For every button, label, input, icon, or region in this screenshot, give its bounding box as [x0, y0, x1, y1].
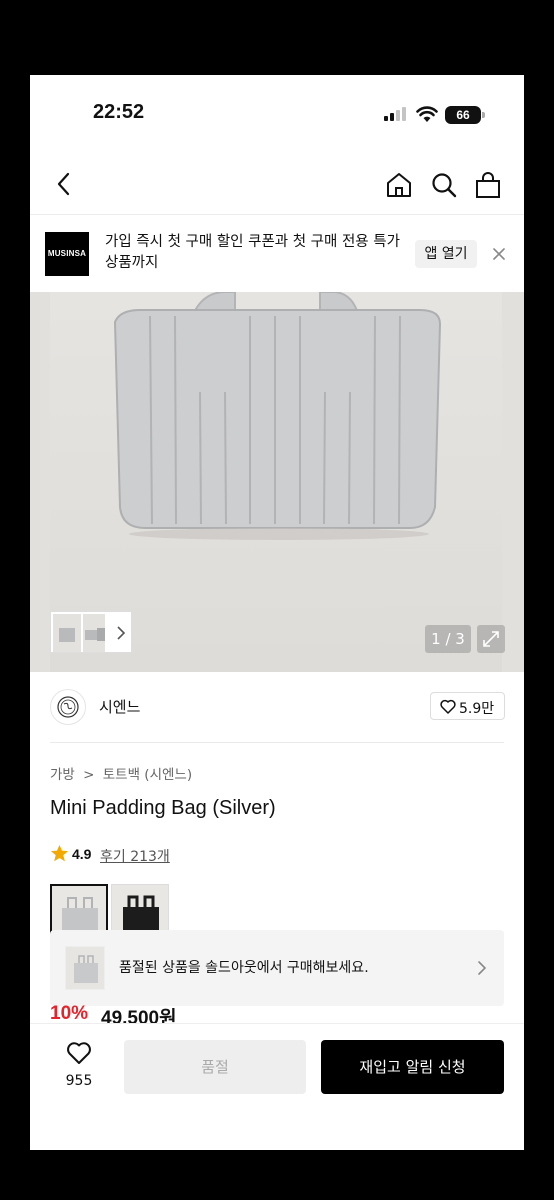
star-icon	[50, 844, 69, 862]
home-indicator[interactable]	[174, 1102, 380, 1108]
product-title: Mini Padding Bag (Silver)	[50, 797, 276, 819]
brand-row[interactable]: 시엔느 5.9만	[30, 672, 524, 742]
soldout-marketplace-banner[interactable]: 품절된 상품을 솔드아웃에서 구매해보세요.	[50, 930, 504, 1006]
musinsa-logo: MUSINSA	[45, 232, 89, 276]
top-navigation	[30, 153, 524, 215]
brand-like-button[interactable]: 5.9만	[430, 692, 505, 720]
restock-notification-button[interactable]: 재입고 알림 신청	[321, 1040, 504, 1094]
phone-screen: 22:52 66 MUSINSA 가입 즉시 첫 구매 할인 쿠폰과 첫 구매 …	[30, 75, 524, 1150]
bottom-action-bar: 955 품절 재입고 알림 신청	[30, 1023, 524, 1150]
soldout-banner-thumbnail	[65, 946, 105, 990]
chevron-left-icon[interactable]	[56, 171, 72, 197]
breadcrumb-subcategory[interactable]: 토트백 (시엔느)	[103, 767, 192, 783]
brand-name[interactable]: 시엔느	[99, 696, 140, 717]
search-icon[interactable]	[430, 171, 458, 199]
soldout-button: 품절	[124, 1040, 306, 1094]
promo-message: 가입 즉시 첫 구매 할인 쿠폰과 첫 구매 전용 특가 상품까지	[105, 234, 400, 271]
image-thumbnail-strip[interactable]	[50, 611, 132, 653]
discount-rate: 10%	[50, 1003, 89, 1024]
soldout-banner-text: 품절된 상품을 솔드아웃에서 구매해보세요.	[119, 960, 369, 976]
status-time: 22:52	[93, 101, 145, 123]
heart-icon	[67, 1042, 91, 1064]
brand-emblem-icon	[57, 696, 79, 718]
breadcrumb-category[interactable]: 가방	[50, 767, 75, 783]
app-promo-banner[interactable]: MUSINSA 가입 즉시 첫 구매 할인 쿠폰과 첫 구매 전용 특가 상품까…	[30, 216, 524, 292]
wifi-icon	[416, 106, 438, 122]
wishlist-button[interactable]: 955	[50, 1041, 108, 1096]
product-image-gallery[interactable]: 1 / 3	[30, 291, 524, 672]
brand-like-count: 5.9만	[459, 701, 495, 717]
breadcrumb-separator: >	[83, 767, 95, 783]
expand-icon	[483, 631, 499, 647]
rating-score: 4.9	[72, 846, 92, 862]
battery-tip	[482, 112, 485, 118]
thumbnail-images	[53, 614, 126, 652]
cellular-signal-icon	[384, 107, 408, 121]
status-bar: 22:52 66	[30, 75, 524, 153]
close-icon[interactable]	[490, 245, 508, 263]
battery-indicator: 66	[445, 106, 481, 124]
home-icon[interactable]	[385, 171, 413, 199]
section-divider	[50, 742, 504, 743]
heart-icon	[440, 699, 456, 714]
app-open-button[interactable]: 앱 열기	[415, 240, 477, 268]
chevron-right-icon	[478, 961, 487, 975]
brand-logo[interactable]	[50, 689, 86, 725]
bag-thumbnail-image	[74, 955, 98, 983]
review-count-link[interactable]: 후기 213개	[100, 846, 170, 866]
wishlist-count: 955	[65, 1073, 93, 1089]
shopping-bag-icon[interactable]	[474, 170, 502, 200]
image-counter: 1 / 3	[425, 625, 471, 653]
expand-button[interactable]	[477, 625, 505, 653]
breadcrumb: 가방 > 토트백 (시엔느)	[50, 763, 196, 783]
